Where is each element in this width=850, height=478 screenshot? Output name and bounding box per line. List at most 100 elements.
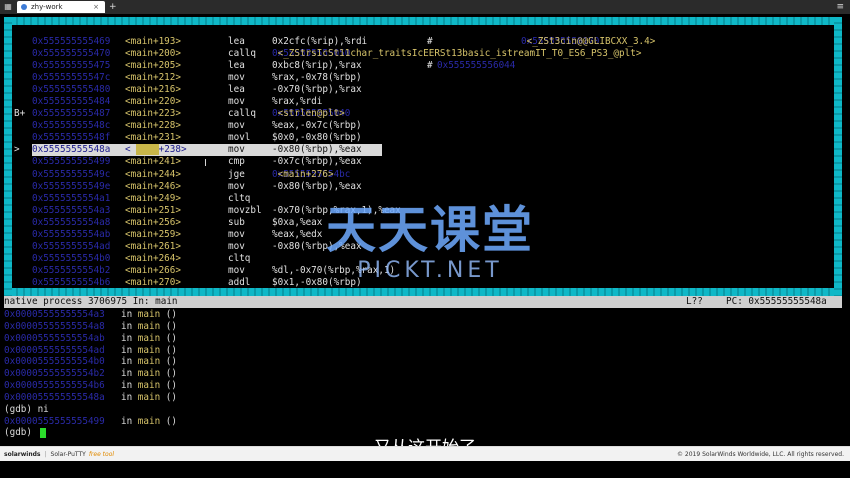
- instruction-symbol: <main+193>: [125, 36, 181, 47]
- instruction-address: 0x5555555554a3: [32, 204, 111, 216]
- frame-info: in main (): [121, 332, 177, 344]
- operand-text: %rax,%rdi: [272, 96, 323, 108]
- frame-address: 0x00005555555554a8: [4, 320, 105, 332]
- close-icon[interactable]: ×: [93, 1, 99, 13]
- operand-text: %eax,-0x7c(%rbp): [272, 120, 362, 132]
- instruction-mnemonic: mov: [228, 240, 245, 252]
- grid-icon[interactable]: ▦: [3, 2, 13, 12]
- instruction-symbol: <main+205>: [125, 60, 181, 72]
- instruction-operands: 0x2cfc(%rip),%rdi: [272, 36, 367, 48]
- instruction-mnemonic: lea: [228, 36, 245, 47]
- instruction-mnemonic: addl: [228, 276, 251, 288]
- instruction-address: 0x555555555469: [32, 36, 111, 47]
- brand-logo: solarwinds: [4, 450, 41, 458]
- history-line: 0x00005555555554a8 in main (): [4, 321, 842, 333]
- instruction-mnemonic: mov: [228, 120, 245, 132]
- instruction-address: 0x555555555475: [32, 60, 111, 72]
- instruction-symbol: <main+241>: [125, 156, 181, 168]
- frame-function: main: [137, 344, 161, 356]
- letterbox-bottom: [0, 461, 850, 478]
- instruction-mnemonic: sub: [228, 216, 245, 228]
- instruction-mnemonic: cltq: [228, 192, 251, 204]
- instruction-row: B+ 0x555555555487 <main+223> callq 0x5555555…: [14, 108, 834, 120]
- instruction-mnemonic: mov: [228, 96, 245, 108]
- instruction-address: 0x55555555548c: [32, 120, 111, 132]
- target-name: <main+276>: [272, 168, 334, 180]
- instruction-address: 0x55555555549c: [32, 168, 111, 180]
- instruction-address: 0x555555555470: [32, 48, 111, 60]
- command-text: (gdb) ni: [4, 403, 49, 415]
- instruction-mnemonic: movzbl: [228, 204, 262, 216]
- instruction-row: 0x555555555475 <main+205> lea 0xbc8(%rip),%…: [14, 60, 834, 72]
- instruction-mnemonic: lea: [228, 60, 245, 72]
- instruction-symbol: <main+259>: [125, 228, 181, 240]
- frame-address: 0x00005555555554ab: [4, 332, 105, 344]
- instruction-mnemonic: cmp: [228, 156, 245, 168]
- operand-text: -0x80(%rbp),%eax: [272, 180, 362, 192]
- app-window: ▦ zhy-work × + ≡ 0x555555555469 <main+193…: [0, 0, 850, 478]
- instruction-row: 0x55555555547c <main+212> mov %rax,-0x78(%r…: [14, 72, 834, 84]
- instruction-address: 0x555555555499: [32, 156, 111, 168]
- instruction-symbol: <main+266>: [125, 264, 181, 276]
- instruction-address: 0x5555555554a1: [32, 192, 111, 204]
- operand-text: 0x2cfc(%rip),%rdi: [272, 36, 368, 47]
- instruction-address: 0x555555555480: [32, 84, 111, 96]
- instruction-mnemonic: jge: [228, 168, 245, 180]
- frame-function: main: [137, 332, 161, 344]
- instruction-symbol: <main+249>: [125, 192, 181, 204]
- instruction-symbol: <main+264>: [125, 252, 181, 264]
- instruction-symbol: <main+223>: [125, 108, 181, 120]
- pane-border-left: [4, 17, 12, 296]
- pane-border-right: [834, 17, 842, 296]
- instruction-address: 0x55555555548f: [32, 132, 111, 144]
- instruction-row: 0x555555555499 <main+241> cmp -0x7c(%rbp),%…: [14, 156, 834, 168]
- instruction-mnemonic: mov: [228, 72, 245, 84]
- history-line: 0x000055555555548a in main (): [4, 392, 842, 404]
- instruction-operands: 0xbc8(%rip),%rax: [272, 60, 362, 72]
- instruction-address: 0x5555555554a8: [32, 216, 111, 228]
- instruction-symbol: <main+231>: [125, 132, 181, 144]
- operand-text: %rax,-0x78(%rbp): [272, 72, 362, 84]
- gdb-command-pane[interactable]: 0x00005555555554a3 in main () 0x0000555555…: [4, 309, 842, 439]
- instruction-mnemonic: mov: [228, 228, 245, 240]
- instruction-row: 0x55555555549e <main+246> mov -0x80(%rbp),%…: [14, 181, 834, 193]
- status-bar: native process 3706975 In: main L?? PC: …: [4, 296, 842, 308]
- current-instruction-row: >0x55555555548a < main+238> mov -0x80(%rbp)…: [14, 144, 834, 157]
- app-footer: solarwinds | Solar-PuTTY free tool © 201…: [0, 446, 850, 461]
- frame-info: in main (): [121, 368, 177, 380]
- frame-function: main: [137, 391, 161, 403]
- instruction-mnemonic: movl: [228, 132, 251, 144]
- instruction-mnemonic: mov: [228, 144, 245, 156]
- instruction-mnemonic: lea: [228, 84, 245, 96]
- target-name: <_ZSt3cin@@GLIBCXX_3.4>: [521, 36, 656, 47]
- instruction-mnemonic: mov: [228, 180, 245, 192]
- instruction-symbol: <main+228>: [125, 120, 181, 132]
- operand-text: -0x7c(%rbp),%eax: [272, 156, 362, 168]
- frame-function: main: [137, 415, 161, 427]
- session-tab-bar: ▦ zhy-work × + ≡: [0, 0, 850, 14]
- history-line: 0x00005555555554a3 in main (): [4, 309, 842, 321]
- instruction-symbol: <main+251>: [125, 204, 181, 216]
- instruction-address: 0x555555555484: [32, 96, 111, 108]
- history-line: 0x00005555555554ab in main (): [4, 333, 842, 345]
- pane-border-top: [4, 17, 842, 25]
- frame-function: main: [137, 368, 161, 380]
- instruction-address: 0x5555555554b6: [32, 276, 111, 288]
- instruction-address: 0x55555555548a: [32, 144, 111, 156]
- instruction-address: 0x5555555554b0: [32, 252, 111, 264]
- instruction-address: 0x5555555554ab: [32, 228, 111, 240]
- menu-icon[interactable]: ≡: [836, 2, 844, 12]
- instruction-row: 0x555555555470 <main+200> callq 0x555555555…: [14, 48, 834, 60]
- instruction-comment: #: [427, 60, 433, 72]
- session-tab[interactable]: zhy-work ×: [17, 1, 105, 13]
- operand-text: $0x0,-0x80(%rbp): [272, 132, 362, 144]
- frame-function: main: [137, 320, 161, 332]
- instruction-symbol: <main+256>: [125, 216, 181, 228]
- history-line: 0x0000555555555499 in main (): [4, 416, 842, 428]
- text-cursor-icon: I: [204, 158, 207, 169]
- new-tab-icon[interactable]: +: [109, 2, 117, 12]
- frame-function: main: [137, 356, 161, 368]
- operand-text: 0xbc8(%rip),%rax: [272, 60, 362, 72]
- target-name: <strlen@plt>: [272, 108, 345, 120]
- history-line: 0x00005555555554b6 in main (): [4, 380, 842, 392]
